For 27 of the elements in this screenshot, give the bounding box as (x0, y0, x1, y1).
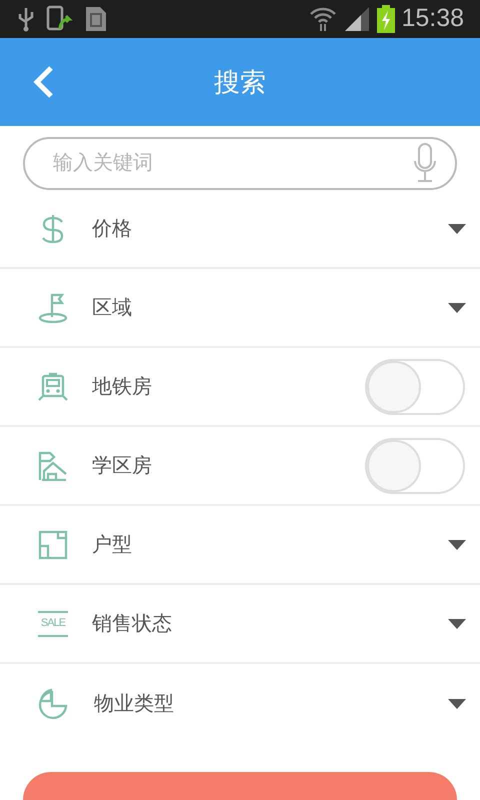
house-flag-icon (38, 450, 68, 480)
filter-label: 销售状态 (92, 612, 173, 636)
filter-label: 学区房 (92, 454, 153, 478)
filter-label: 价格 (92, 216, 133, 242)
filter-label: 地铁房 (92, 374, 153, 400)
dropdown-arrow-icon[interactable] (448, 540, 466, 550)
usb-icon (16, 6, 36, 32)
dropdown-arrow-icon[interactable] (448, 302, 466, 312)
dropdown-arrow-icon[interactable] (448, 618, 466, 628)
train-icon (38, 372, 68, 402)
back-icon[interactable] (32, 65, 54, 99)
dropdown-arrow-icon[interactable] (448, 224, 466, 234)
clock-time: 15:38 (401, 3, 464, 34)
flag-icon (38, 292, 68, 322)
filter-label: 区域 (92, 296, 133, 320)
wifi-icon (309, 6, 338, 32)
battery-icon (377, 5, 396, 33)
filter-label: 户型 (92, 532, 133, 558)
signal-icon (343, 6, 372, 32)
dropdown-arrow-icon[interactable] (448, 698, 466, 708)
search-field[interactable]: 输入关键词 (23, 137, 457, 190)
filter-label: 物业类型 (94, 692, 175, 716)
tablet-upload-icon (46, 5, 74, 33)
pie-chart-icon (38, 688, 70, 720)
page-title: 搜索 (214, 66, 266, 98)
sim-card-icon (84, 5, 108, 33)
floor-plan-icon (38, 530, 68, 560)
